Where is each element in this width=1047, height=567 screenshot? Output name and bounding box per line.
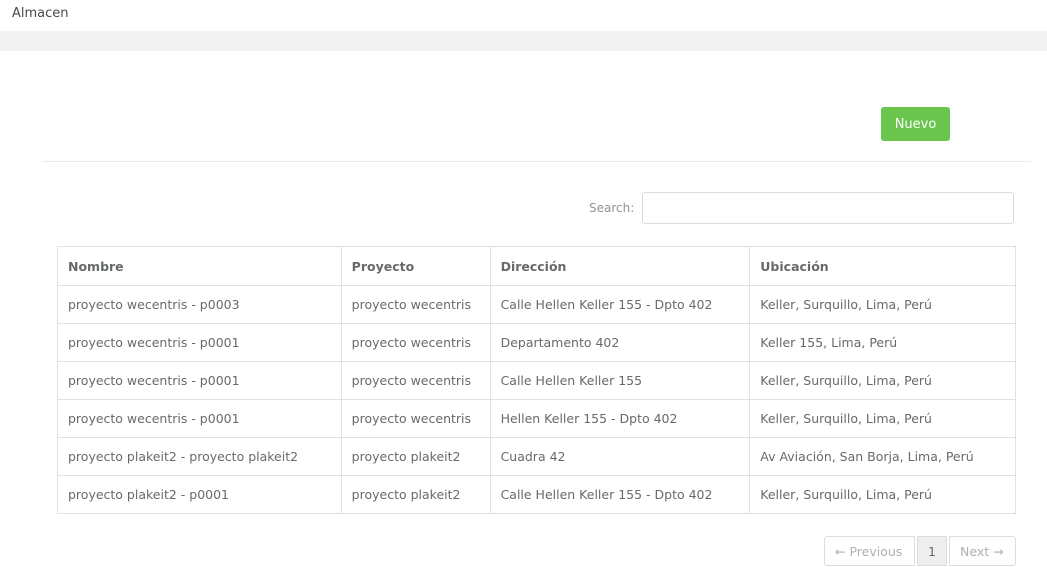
cell-ubicacion: Keller, Surquillo, Lima, Perú [749,285,1016,324]
table-row[interactable]: proyecto wecentris - p0001 proyecto wece… [57,323,1016,362]
table-header-row: Nombre Proyecto Dirección Ubicación [57,246,1016,286]
cell-nombre: proyecto wecentris - p0001 [57,399,342,438]
cell-proyecto: proyecto plakeit2 [340,475,491,514]
cell-nombre: proyecto plakeit2 - proyecto plakeit2 [57,437,342,476]
cell-ubicacion: Keller, Surquillo, Lima, Perú [749,399,1016,438]
cell-ubicacion: Keller, Surquillo, Lima, Perú [749,475,1016,514]
cell-direccion: Calle Hellen Keller 155 - Dpto 402 [489,475,751,514]
cell-direccion: Cuadra 42 [489,437,751,476]
pagination: ← Previous 1 Next → [824,536,1016,566]
cell-nombre: proyecto wecentris - p0003 [57,285,342,324]
divider [42,161,1031,162]
cell-nombre: proyecto plakeit2 - p0001 [57,475,342,514]
top-bar: Almacen [0,0,1047,31]
cell-nombre: proyecto wecentris - p0001 [57,361,342,400]
page-1-button[interactable]: 1 [917,536,947,566]
header-band [0,31,1047,51]
cell-direccion: Calle Hellen Keller 155 - Dpto 402 [489,285,751,324]
table-row[interactable]: proyecto plakeit2 - proyecto plakeit2 pr… [57,437,1016,476]
cell-nombre: proyecto wecentris - p0001 [57,323,342,362]
cell-direccion: Departamento 402 [489,323,751,362]
next-page-button[interactable]: Next → [949,536,1016,566]
cell-ubicacion: Av Aviación, San Borja, Lima, Perú [749,437,1016,476]
cell-proyecto: proyecto wecentris [340,323,491,362]
cell-ubicacion: Keller 155, Lima, Perú [749,323,1016,362]
page-title: Almacen [12,6,69,21]
cell-proyecto: proyecto wecentris [340,285,491,324]
search-input[interactable] [642,192,1014,224]
cell-direccion: Hellen Keller 155 - Dpto 402 [489,399,751,438]
search-label: Search: [589,201,635,215]
table-row[interactable]: proyecto wecentris - p0003 proyecto wece… [57,285,1016,324]
new-button[interactable]: Nuevo [881,107,950,141]
column-header-direccion[interactable]: Dirección [489,246,751,286]
column-header-nombre[interactable]: Nombre [57,246,342,286]
column-header-ubicacion[interactable]: Ubicación [749,246,1016,286]
table-row[interactable]: proyecto wecentris - p0001 proyecto wece… [57,399,1016,438]
cell-proyecto: proyecto wecentris [340,399,491,438]
cell-proyecto: proyecto plakeit2 [340,437,491,476]
previous-page-button[interactable]: ← Previous [824,536,915,566]
cell-proyecto: proyecto wecentris [340,361,491,400]
cell-direccion: Calle Hellen Keller 155 [489,361,751,400]
warehouse-table: Nombre Proyecto Dirección Ubicación proy… [57,246,1016,514]
table-row[interactable]: proyecto plakeit2 - p0001 proyecto plake… [57,475,1016,514]
cell-ubicacion: Keller, Surquillo, Lima, Perú [749,361,1016,400]
column-header-proyecto[interactable]: Proyecto [340,246,491,286]
table-row[interactable]: proyecto wecentris - p0001 proyecto wece… [57,361,1016,400]
